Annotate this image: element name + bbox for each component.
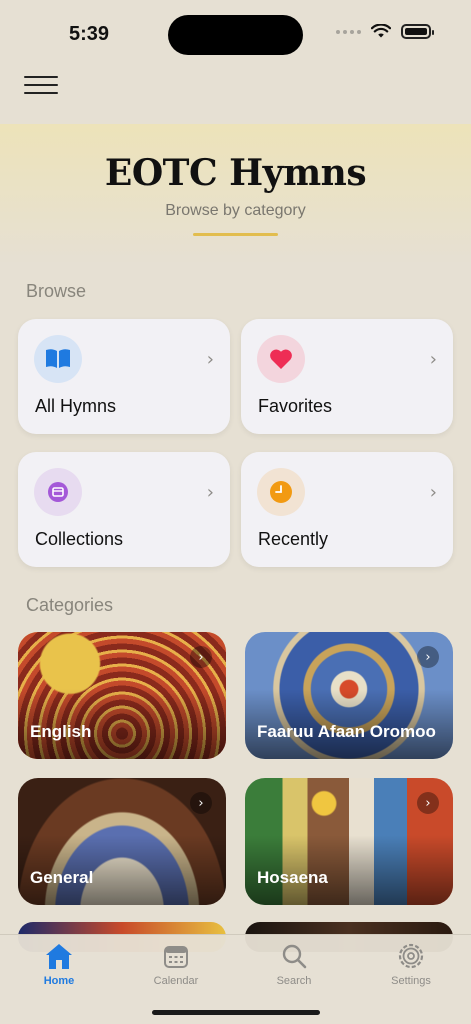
tab-calendar[interactable]: Calendar (131, 941, 221, 987)
chevron-right-icon: › (190, 792, 212, 814)
chevron-right-icon: › (417, 646, 439, 668)
signal-icon (336, 29, 361, 34)
tab-home[interactable]: Home (14, 941, 104, 987)
browse-card-recently[interactable]: › Recently (241, 452, 453, 567)
browse-card-label: Favorites (258, 396, 333, 416)
tab-label: Settings (391, 975, 431, 987)
menu-icon-line (24, 92, 58, 94)
heart-icon (257, 335, 305, 383)
chevron-right-icon: › (429, 482, 437, 503)
battery-icon (401, 24, 434, 39)
app-subtitle: Browse by category (165, 202, 306, 219)
chevron-right-icon: › (417, 792, 439, 814)
menu-icon-line (24, 76, 58, 78)
tab-search[interactable]: Search (249, 941, 339, 987)
tab-label: Search (276, 975, 312, 987)
categories-section-label: Categories (26, 595, 114, 615)
category-card-faaruu-afaan-oromoo[interactable]: › Faaruu Afaan Oromoo (245, 632, 453, 759)
browse-card-label: Collections (35, 529, 124, 549)
title-underline (193, 233, 278, 236)
chevron-right-icon: › (190, 646, 212, 668)
menu-icon-line (24, 84, 58, 86)
status-icons (336, 24, 434, 39)
chevron-right-icon: › (206, 349, 214, 370)
category-label: Faaruu Afaan Oromoo (257, 722, 436, 741)
app-title: EOTC Hymns (104, 152, 367, 194)
folder-icon (34, 468, 82, 516)
calendar-icon (131, 941, 221, 971)
status-bar: 5:39 (0, 0, 471, 64)
book-icon (34, 335, 82, 383)
hero-header (0, 124, 471, 264)
house-icon (14, 941, 104, 971)
chevron-right-icon: › (206, 482, 214, 503)
tab-label: Home (43, 975, 75, 987)
search-icon (249, 941, 339, 971)
category-card-general[interactable]: › General (18, 778, 226, 905)
dynamic-island (168, 15, 303, 55)
category-label: General (30, 868, 94, 887)
chevron-right-icon: › (429, 349, 437, 370)
status-time: 5:39 (69, 23, 110, 45)
gear-icon (366, 941, 456, 971)
wifi-icon (371, 24, 391, 38)
category-label: Hosaena (257, 868, 328, 887)
browse-card-collections[interactable]: › Collections (18, 452, 230, 567)
browse-card-all-hymns[interactable]: › All Hymns (18, 319, 230, 434)
browse-section-label: Browse (26, 281, 87, 301)
menu-button[interactable] (24, 72, 58, 98)
tab-settings[interactable]: Settings (366, 941, 456, 987)
tab-label: Calendar (153, 975, 199, 987)
browse-card-favorites[interactable]: › Favorites (241, 319, 453, 434)
category-label: English (30, 722, 92, 741)
browse-card-label: Recently (258, 529, 329, 549)
browse-card-label: All Hymns (35, 396, 117, 416)
category-card-hosaena[interactable]: › Hosaena (245, 778, 453, 905)
category-card-english[interactable]: › English (18, 632, 226, 759)
home-indicator (152, 1010, 320, 1015)
clock-icon (257, 468, 305, 516)
